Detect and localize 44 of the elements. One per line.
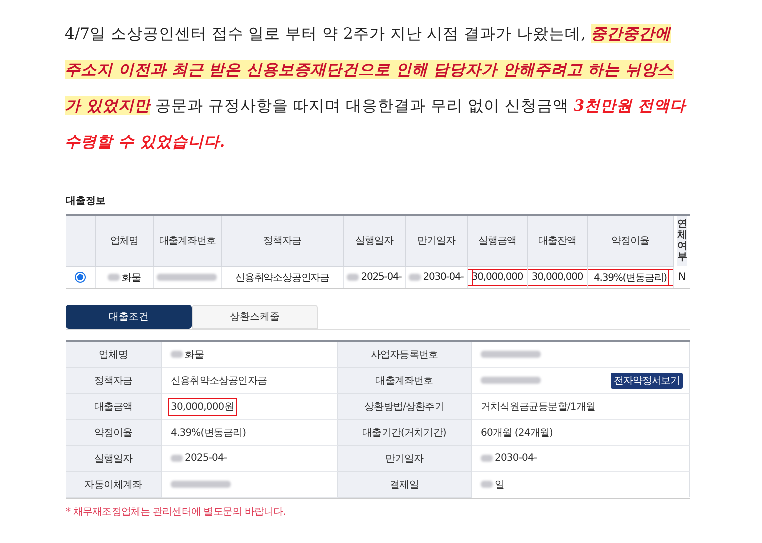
tab[interactable]: 상환스케줄 <box>192 305 318 329</box>
table-cell: 2025-04- <box>168 451 230 466</box>
table-cell: 4.39%(변동금리) <box>588 267 674 288</box>
footnote: * 채무재조정업체는 관리센터에 별도문의 바랍니다. <box>66 506 288 519</box>
field-label: 만기일자 <box>338 446 472 472</box>
table-cell: 일 <box>478 476 508 494</box>
table-cell-text: 60개월 (24개월) <box>480 426 554 440</box>
table-cell: 화물 <box>168 346 208 364</box>
column-header: 약정이율 <box>588 216 674 267</box>
table-cell: 신용취약소상공인자금 <box>222 267 344 288</box>
column-header: 실행일자 <box>344 216 406 267</box>
view-contract-button[interactable]: 전자약정서보기 <box>611 372 683 388</box>
table-cell: 화물 <box>96 267 154 288</box>
column-header: 정책자금 <box>222 216 344 267</box>
column-header: 만기일자 <box>406 216 468 267</box>
field-label: 대출기간(거치기간) <box>338 420 472 446</box>
column-header: 대출계좌번호 <box>154 216 222 267</box>
field-label: 실행일자 <box>66 446 162 472</box>
radio-button[interactable] <box>75 272 86 283</box>
field-label: 자동이체계좌 <box>66 472 162 498</box>
field-label: 대출계좌번호 <box>338 368 472 394</box>
field-label: 정책자금 <box>66 368 162 394</box>
tab[interactable]: 대출조건 <box>66 305 192 329</box>
column-header: 대출잔액 <box>528 216 588 267</box>
field-label: 결제일 <box>338 472 472 498</box>
column-header: 업체명 <box>96 216 154 267</box>
table-cell: 2030-04- <box>478 451 540 466</box>
table-cell-text: 거치식원금균등분할/1개월 <box>480 400 597 414</box>
field-label: 상환방법/상환주기 <box>338 394 472 420</box>
blog-paragraph: 4/7일 소상공인센터 접수 일로 부터 약 2주가 지난 시점 결과가 나왔는데, 중간중간에 주소지 이전과 최근 받은 신용보증재단건으로 인해 담당자가 안해주려고 하는 뉘앙스 가 있었지만 공문과 규정사항을 따지며 대응한결과 무리 없이 신청금액 3천만원 전액다 수령할 수 있었습니다. <box>65 23 688 153</box>
table-cell-text: 4.39%(변동금리) <box>170 426 248 440</box>
table-cell: 2025-04- <box>344 267 406 288</box>
column-header: 연체여부 <box>677 216 687 266</box>
field-label: 약정이율 <box>66 420 162 446</box>
table-cell: 30,000,000원 <box>168 398 237 416</box>
section-title: 대출정보 <box>66 195 107 208</box>
table-cell-text: N <box>678 271 686 285</box>
field-label: 대출금액 <box>66 394 162 420</box>
table-cell: 2030-04- <box>406 267 468 288</box>
field-label: 사업자등록번호 <box>338 342 472 368</box>
table-cell: 30,000,000 <box>528 267 588 288</box>
table-cell-text: 신용취약소상공인자금 <box>170 374 268 388</box>
field-label: 업체명 <box>66 342 162 368</box>
column-header: 실행금액 <box>468 216 528 267</box>
